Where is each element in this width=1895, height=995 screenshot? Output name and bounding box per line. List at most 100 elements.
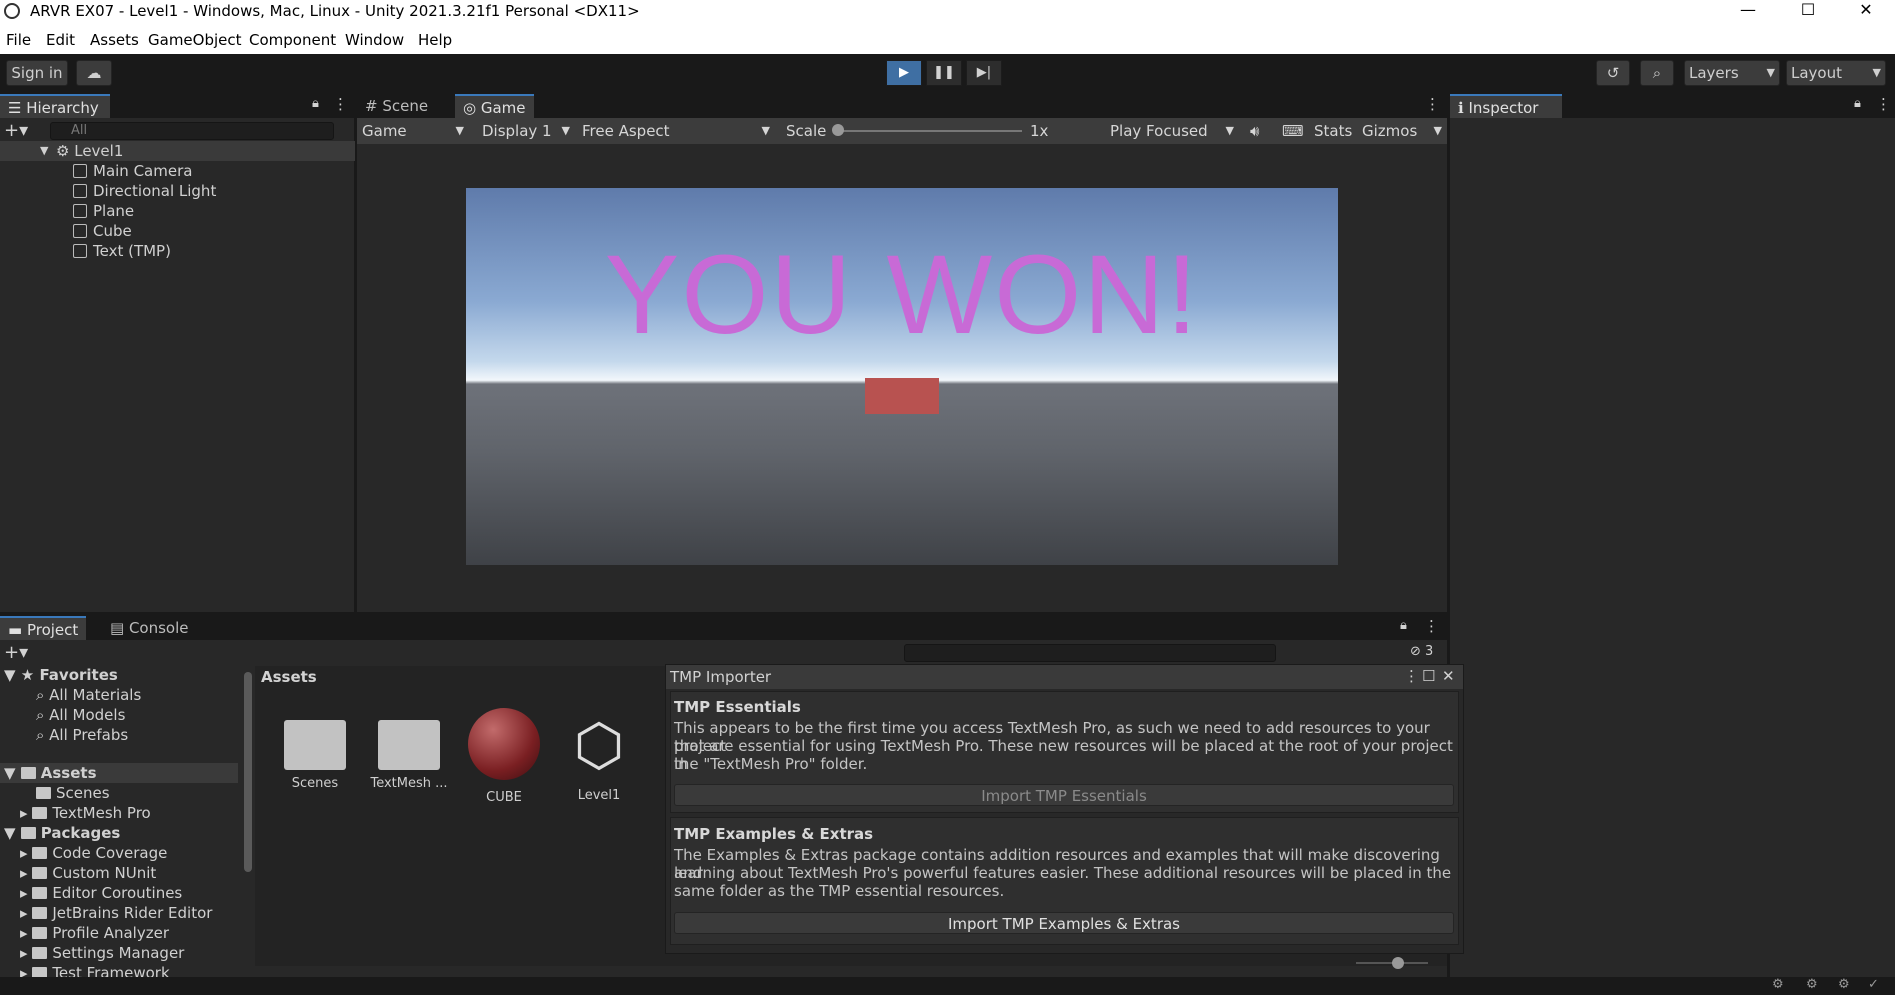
folder-icon <box>32 887 48 899</box>
cloud-icon[interactable]: ☁ <box>76 60 112 86</box>
maximize-button[interactable]: ☐ <box>1785 0 1831 22</box>
audio-icon[interactable]: 🔊︎ <box>1250 118 1259 144</box>
inspector-kebab-icon[interactable]: ⋮ <box>1876 95 1891 113</box>
tmp-maximize-icon[interactable]: ☐ <box>1422 667 1435 685</box>
minimize-button[interactable]: — <box>1725 0 1771 22</box>
packages-header[interactable]: ▼ Packages <box>4 823 120 843</box>
unity-scene-icon: ⬡ <box>573 711 625 779</box>
asset-level1-scene[interactable]: ⬡ Level1 <box>554 706 644 803</box>
title-bar: ARVR EX07 - Level1 - Windows, Mac, Linux… <box>0 0 1895 22</box>
play-focused-dropdown[interactable]: Play Focused ▼ <box>1110 118 1238 144</box>
inspector-tabbar: ℹ Inspector 🔒︎ ⋮ <box>1450 92 1895 118</box>
tab-scene[interactable]: # Scene <box>357 94 436 118</box>
layers-dropdown[interactable]: Layers ▼ <box>1684 60 1780 86</box>
tab-hierarchy[interactable]: ☰ Hierarchy <box>0 94 110 118</box>
game-view[interactable]: YOU WON! <box>466 188 1338 565</box>
project-tree-scrollbar[interactable] <box>244 672 252 872</box>
status-icon[interactable]: ⚙ <box>1772 977 1784 992</box>
inspector-lock-icon[interactable]: 🔒︎ <box>1854 96 1861 111</box>
menu-assets[interactable]: Assets <box>90 31 139 49</box>
kebab-menu-icon[interactable]: ⋮ <box>333 95 348 113</box>
tmp-close-icon[interactable]: ✕ <box>1442 667 1455 685</box>
favorite-item[interactable]: ⌕ All Prefabs <box>36 725 128 745</box>
scale-slider[interactable] <box>836 130 1022 132</box>
hierarchy-item[interactable]: Text (TMP) <box>0 241 171 261</box>
hierarchy-tabbar: ☰ Hierarchy 🔒︎ ⋮ <box>0 92 355 118</box>
menu-file[interactable]: File <box>6 31 31 49</box>
tmp-kebab-icon[interactable]: ⋮ <box>1404 667 1419 685</box>
hierarchy-item[interactable]: Directional Light <box>0 181 216 201</box>
menu-window[interactable]: Window <box>345 31 404 49</box>
import-tmp-essentials-button[interactable]: Import TMP Essentials <box>674 784 1454 806</box>
game-kebab-icon[interactable]: ⋮ <box>1425 95 1440 113</box>
lock-icon[interactable]: 🔒︎ <box>312 96 319 111</box>
layout-dropdown[interactable]: Layout ▼ <box>1786 60 1886 86</box>
unity-logo-icon <box>4 3 20 19</box>
assets-folder-item[interactable]: ▸ TextMesh Pro <box>20 803 151 823</box>
import-tmp-extras-button[interactable]: Import TMP Examples & Extras <box>674 912 1454 934</box>
pause-button[interactable]: ❚❚ <box>926 60 962 86</box>
status-icon[interactable]: ✓ <box>1868 977 1879 992</box>
assets-folder-item[interactable]: Scenes <box>36 783 110 803</box>
tab-game[interactable]: ◎ Game <box>455 94 534 118</box>
aspect-dropdown[interactable]: Free Aspect ▼ <box>582 118 774 144</box>
close-window-button[interactable]: ✕ <box>1843 0 1889 22</box>
project-kebab-icon[interactable]: ⋮ <box>1424 617 1439 635</box>
menu-component[interactable]: Component <box>249 31 336 49</box>
gameobject-icon <box>73 244 87 258</box>
project-lock-icon[interactable]: 🔒︎ <box>1400 618 1407 633</box>
status-icon[interactable]: ⚙ <box>1806 977 1818 992</box>
game-mode-dropdown[interactable]: Game ▼ <box>362 118 468 144</box>
package-item[interactable]: ▸ Code Coverage <box>20 843 167 863</box>
gameobject-icon <box>73 204 87 218</box>
add-icon[interactable]: +▾ <box>4 120 28 141</box>
sign-in-button[interactable]: Sign in <box>6 60 68 86</box>
hierarchy-item[interactable]: Main Camera <box>0 161 192 181</box>
tab-console[interactable]: ▤ Console <box>102 616 197 640</box>
hierarchy-search-input[interactable]: All <box>50 122 334 140</box>
package-item[interactable]: ▸ Settings Manager <box>20 943 184 963</box>
hidden-packages-icon[interactable]: ⊘ 3 <box>1410 644 1433 659</box>
gameobject-icon <box>73 164 87 178</box>
project-add-icon[interactable]: +▾ <box>4 642 28 663</box>
play-button[interactable]: ▶ <box>886 60 922 86</box>
asset-scenes[interactable]: Scenes <box>270 706 360 791</box>
keyboard-icon[interactable]: ⌨ <box>1282 118 1304 144</box>
favorites-header[interactable]: ▼ ★ Favorites <box>4 665 118 685</box>
asset-textmesh[interactable]: TextMesh ... <box>364 706 454 791</box>
menu-gameobject[interactable]: GameObject <box>148 31 242 49</box>
assets-header[interactable]: ▼ Assets <box>0 763 238 783</box>
menu-edit[interactable]: Edit <box>46 31 75 49</box>
project-search-input[interactable] <box>904 644 1276 662</box>
assets-breadcrumb[interactable]: Assets <box>261 668 317 686</box>
folder-icon <box>32 867 48 879</box>
status-icon[interactable]: ⚙ <box>1838 977 1850 992</box>
inspector-panel: ℹ Inspector 🔒︎ ⋮ <box>1449 92 1895 977</box>
tmp-extras-text-line: learning about TextMesh Pro's powerful f… <box>674 864 1452 882</box>
menu-help[interactable]: Help <box>418 31 452 49</box>
tab-inspector[interactable]: ℹ Inspector <box>1450 94 1562 118</box>
scale-slider-handle[interactable] <box>832 124 844 136</box>
package-item[interactable]: ▸ Test Framework <box>20 963 170 977</box>
gizmos-dropdown[interactable]: Gizmos ▼ <box>1362 118 1442 144</box>
package-item[interactable]: ▸ Custom NUnit <box>20 863 156 883</box>
stats-button[interactable]: Stats <box>1314 118 1352 144</box>
tmp-extras-text-line: same folder as the TMP essential resourc… <box>674 882 1005 900</box>
material-sphere-icon <box>468 708 540 780</box>
asset-size-slider-handle[interactable] <box>1392 957 1404 969</box>
hierarchy-item[interactable]: Plane <box>0 201 134 221</box>
history-icon[interactable]: ↺ <box>1596 60 1630 86</box>
favorite-item[interactable]: ⌕ All Materials <box>36 685 141 705</box>
package-item[interactable]: ▸ Profile Analyzer <box>20 923 169 943</box>
display-dropdown[interactable]: Display 1 ▼ <box>482 118 574 144</box>
folder-icon <box>36 787 51 799</box>
search-icon[interactable]: ⌕ <box>1640 60 1674 86</box>
asset-cube-material[interactable]: CUBE <box>459 706 549 805</box>
package-item[interactable]: ▸ Editor Coroutines <box>20 883 182 903</box>
tab-project[interactable]: ▬ Project <box>0 616 87 640</box>
package-item[interactable]: ▸ JetBrains Rider Editor <box>20 903 212 923</box>
favorite-item[interactable]: ⌕ All Models <box>36 705 125 725</box>
hierarchy-item[interactable]: Cube <box>0 221 132 241</box>
step-button[interactable]: ▶| <box>966 60 1002 86</box>
scene-row[interactable]: ▼ ⚙ Level1 <box>0 141 355 161</box>
